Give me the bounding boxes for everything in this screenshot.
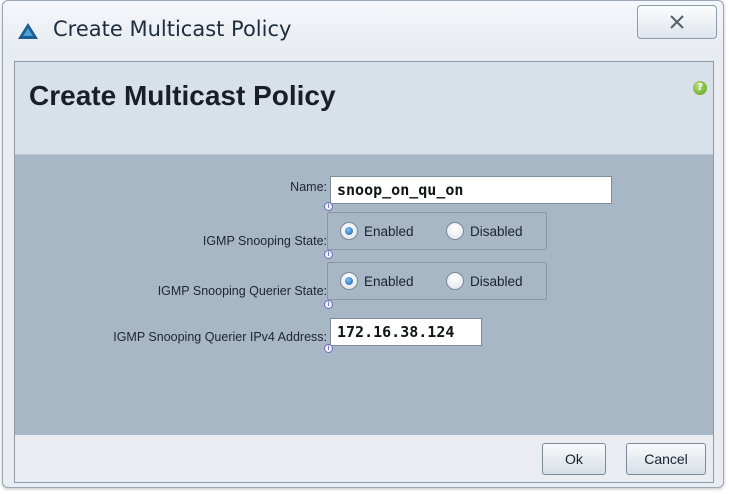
dialog-footer: Ok Cancel — [14, 435, 714, 483]
help-icon[interactable]: ? — [693, 81, 707, 95]
igmp-snooping-state-group: Enabled Disabled — [327, 212, 547, 250]
igmp-snooping-disabled-radio[interactable]: Disabled — [446, 222, 523, 240]
info-icon[interactable]: i — [324, 250, 333, 259]
info-icon[interactable]: i — [324, 202, 333, 211]
name-field[interactable]: snoop_on_qu_on — [330, 176, 612, 204]
radio-label: Disabled — [470, 273, 523, 289]
dialog-content: Create Multicast Policy ? Name: snoop_on… — [14, 61, 714, 443]
dialog-window: Create Multicast Policy Create Multicast… — [2, 0, 724, 488]
radio-selected-icon — [340, 272, 358, 290]
querier-disabled-radio[interactable]: Disabled — [446, 272, 523, 290]
igmp-snooping-state-label: IGMP Snooping State: — [202, 234, 327, 248]
querier-state-group: Enabled Disabled — [327, 262, 547, 300]
radio-unselected-icon — [446, 222, 464, 240]
radio-label: Disabled — [470, 223, 523, 239]
querier-ipv4-field[interactable]: 172.16.38.124 — [330, 318, 482, 346]
radio-label: Enabled — [364, 273, 414, 289]
radio-selected-icon — [340, 222, 358, 240]
header-band: Create Multicast Policy ? — [15, 62, 713, 155]
window-title: Create Multicast Policy — [53, 17, 292, 41]
querier-ipv4-label: IGMP Snooping Querier IPv4 Address: — [113, 330, 327, 344]
cancel-button[interactable]: Cancel — [626, 443, 706, 475]
igmp-snooping-enabled-radio[interactable]: Enabled — [340, 222, 414, 240]
ok-button[interactable]: Ok — [542, 443, 606, 475]
querier-enabled-radio[interactable]: Enabled — [340, 272, 414, 290]
triangle-logo-icon — [18, 23, 38, 39]
close-button[interactable] — [637, 5, 717, 39]
info-icon[interactable]: i — [324, 344, 333, 353]
radio-label: Enabled — [364, 223, 414, 239]
page-title: Create Multicast Policy — [29, 80, 336, 111]
title-bar: Create Multicast Policy — [3, 1, 723, 57]
radio-unselected-icon — [446, 272, 464, 290]
name-label: Name: — [290, 180, 327, 194]
info-icon[interactable]: i — [324, 300, 333, 309]
querier-state-label: IGMP Snooping Querier State: — [157, 284, 327, 298]
close-icon — [670, 15, 684, 29]
